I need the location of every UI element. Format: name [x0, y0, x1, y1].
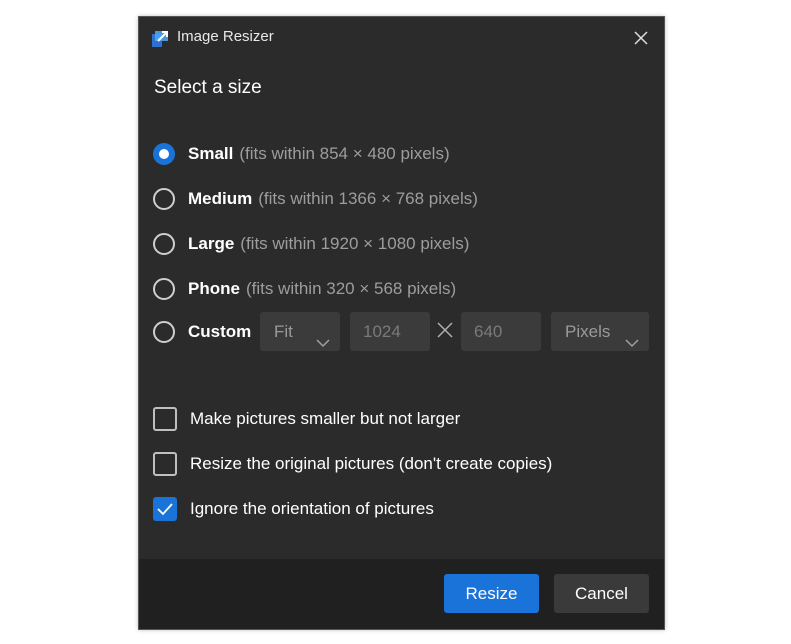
option-label: Make pictures smaller but not larger — [190, 409, 461, 428]
unit-dropdown-value: Pixels — [565, 322, 611, 341]
title-bar: Image Resizer — [139, 17, 664, 57]
radio-large[interactable] — [153, 233, 175, 255]
size-label: Medium — [188, 189, 253, 208]
close-icon[interactable] — [630, 27, 652, 49]
radio-phone[interactable] — [153, 278, 175, 300]
size-description: (fits within 854 × 480 pixels) — [239, 144, 450, 163]
radio-small[interactable] — [153, 143, 175, 165]
checkmark-icon — [157, 503, 173, 516]
size-option-phone[interactable]: Phone (fits within 320 × 568 pixels) — [153, 274, 456, 304]
option-label: Ignore the orientation of pictures — [190, 499, 434, 518]
size-label: Phone — [188, 279, 240, 298]
size-label: Small — [188, 144, 234, 163]
size-option-small[interactable]: Small (fits within 854 × 480 pixels) — [153, 139, 450, 169]
custom-width-placeholder: 1024 — [363, 322, 401, 341]
custom-height-placeholder: 640 — [474, 322, 503, 341]
chevron-down-icon — [625, 325, 639, 348]
size-label: Large — [188, 234, 235, 253]
resize-button[interactable]: Resize — [444, 574, 539, 613]
option-resize-original[interactable]: Resize the original pictures (don't crea… — [153, 449, 552, 479]
checkbox-resize-original[interactable] — [153, 452, 177, 476]
option-ignore-orientation[interactable]: Ignore the orientation of pictures — [153, 494, 434, 524]
size-description: (fits within 320 × 568 pixels) — [245, 279, 457, 298]
times-icon — [436, 321, 454, 339]
size-option-custom[interactable]: Custom — [153, 317, 251, 347]
option-smaller-not-larger[interactable]: Make pictures smaller but not larger — [153, 404, 460, 434]
cancel-button[interactable]: Cancel — [554, 574, 649, 613]
radio-custom[interactable] — [153, 321, 175, 343]
fit-dropdown[interactable]: Fit — [260, 312, 340, 351]
image-resizer-icon — [152, 29, 170, 47]
chevron-down-icon — [316, 325, 330, 348]
window-title: Image Resizer — [177, 28, 274, 45]
size-description: (fits within 1366 × 768 pixels) — [258, 189, 478, 208]
size-description: (fits within 1920 × 1080 pixels) — [240, 234, 470, 253]
size-option-medium[interactable]: Medium (fits within 1366 × 768 pixels) — [153, 184, 478, 214]
custom-width-input[interactable]: 1024 — [350, 312, 430, 351]
dialog-footer: Resize Cancel — [139, 559, 664, 629]
page-title: Select a size — [154, 77, 262, 98]
unit-dropdown[interactable]: Pixels — [551, 312, 649, 351]
size-label: Custom — [188, 322, 252, 341]
radio-medium[interactable] — [153, 188, 175, 210]
size-option-large[interactable]: Large (fits within 1920 × 1080 pixels) — [153, 229, 469, 259]
checkbox-smaller-not-larger[interactable] — [153, 407, 177, 431]
fit-dropdown-value: Fit — [274, 322, 293, 341]
image-resizer-dialog: Image Resizer Select a size Small (fits … — [138, 16, 665, 630]
custom-height-input[interactable]: 640 — [461, 312, 541, 351]
checkbox-ignore-orientation[interactable] — [153, 497, 177, 521]
option-label: Resize the original pictures (don't crea… — [190, 454, 553, 473]
